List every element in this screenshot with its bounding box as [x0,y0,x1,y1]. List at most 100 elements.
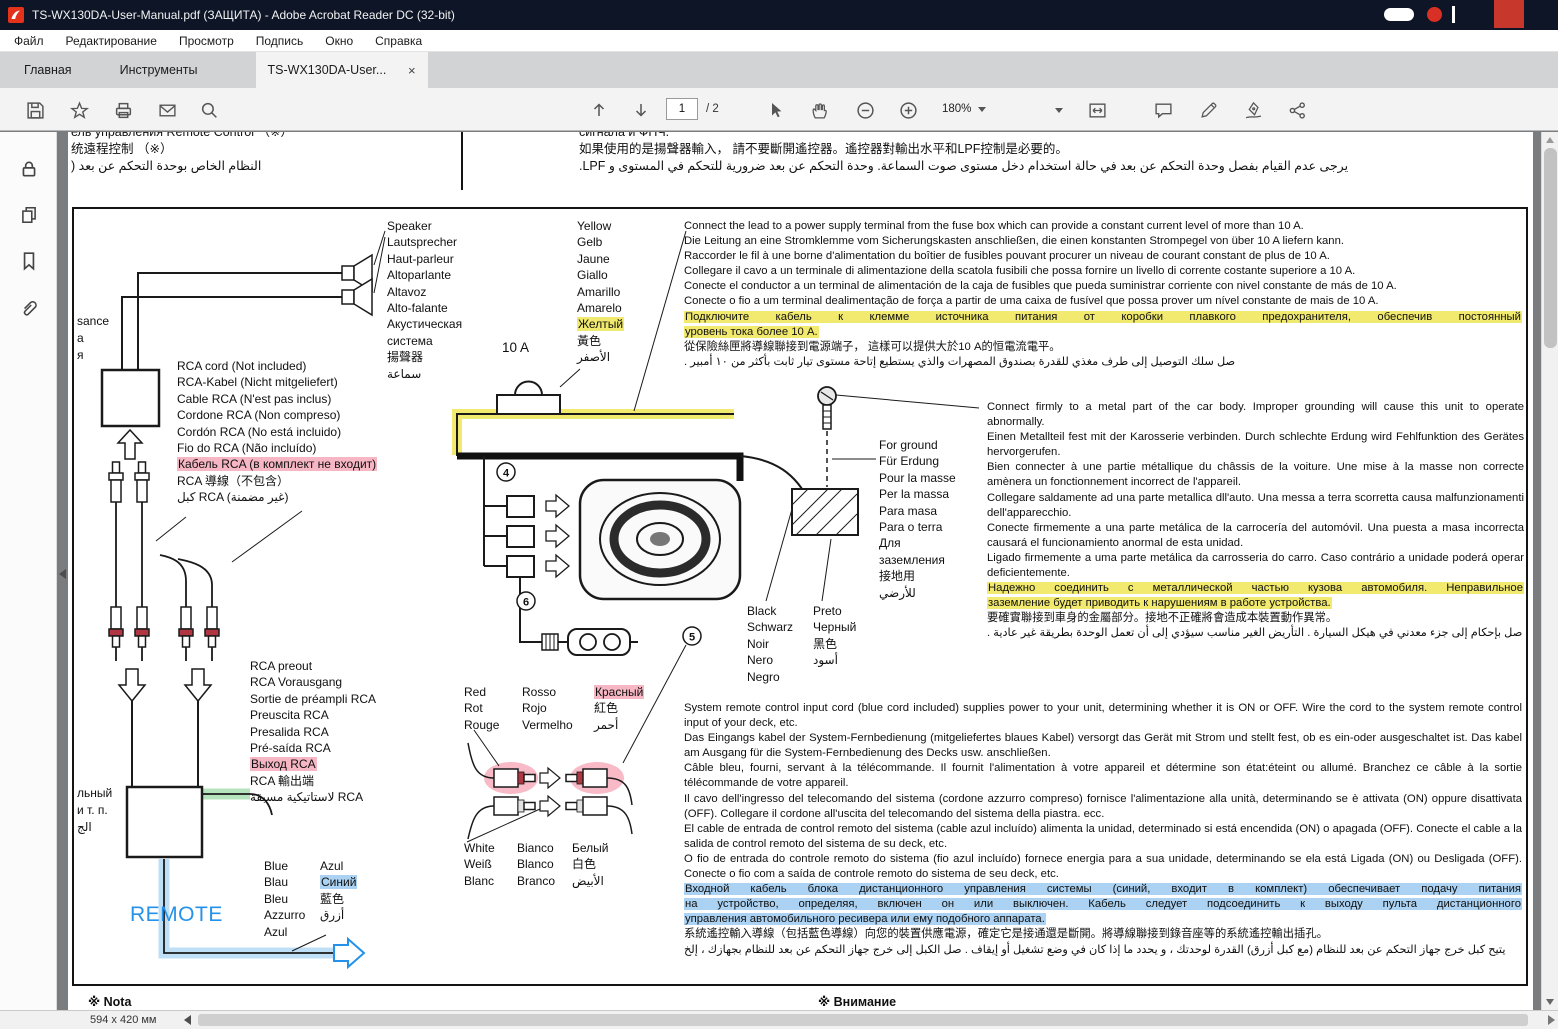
tab-close-icon[interactable]: × [408,63,416,78]
diagram-label: Amarelo [577,301,622,316]
diagram-label: Haut-parleur [387,251,454,266]
horizontal-scroll-thumb[interactable] [198,1014,1528,1026]
diagram-label: Bleu [264,891,289,906]
instruction-line: Das Eingangs kabel der System-Fernbedien… [684,732,1522,760]
marquee-zoom-button[interactable] [196,97,222,123]
protection-lock-icon[interactable] [16,156,42,182]
diagram-label: Pré-saída RCA [250,741,331,756]
scroll-right-icon[interactable] [1548,1015,1555,1025]
instruction-line: заземление будет приводить к нарушениям … [987,597,1332,610]
menu-item[interactable]: Просмотр [179,34,234,48]
top-right-text: сигнала и ФНЧ. 如果使用的是揚聲器輸入， 請不要斷開遙控器。遙控器對… [579,132,1479,175]
black-wire-labels-1: Black Schwarz Noir Nero Negro [747,603,793,685]
print-button[interactable] [110,97,136,123]
text-line: 如果使用的是揚聲器輸入， 請不要斷開遙控器。遙控器對輸出水平和LPF控制是必要的… [579,142,1068,156]
menu-item[interactable]: Файл [14,34,44,48]
yellow-label-leader [559,368,581,388]
instruction-line: صل سلك التوصيل إلى طرف مغذي للقدرة بصندو… [684,355,1236,368]
vertical-scrollbar[interactable] [1541,132,1558,1010]
clipped-text: льный [77,786,113,800]
vertical-scroll-thumb[interactable] [1544,148,1557,348]
diagram-label: Для [879,536,901,551]
menu-item[interactable]: Подпись [256,34,304,48]
diagram-label: Preuscita RCA [250,708,329,723]
chevron-down-icon [1055,107,1063,113]
diagram-label: Bianco [517,841,554,855]
diagram-label: 紅色 [594,701,619,716]
comment-tool-button[interactable] [1150,97,1176,123]
instruction-line: Подключите кабель к клемме источника пит… [684,310,1522,323]
tab-document[interactable]: TS-WX130DA-User... × [255,52,428,88]
diagram-label: RCA cord (Not included) [177,359,307,373]
instruction-line: Входной кабель блока дистанционного упра… [684,883,1522,896]
remote-arrow-icon [333,936,366,970]
diagram-label: Presalida RCA [250,724,329,739]
page-number-input[interactable] [666,98,698,120]
menu-item[interactable]: Справка [375,34,422,48]
save-button[interactable] [22,97,48,123]
diagram-label: Jaune [577,251,610,266]
instruction-line: Надежно соединить с металлической частью… [987,582,1524,595]
main-toolbar: / 2 180% [0,88,1558,131]
tab-home[interactable]: Главная [0,52,96,88]
diagram-label: Para o terra [879,520,943,535]
close-button[interactable] [1494,0,1524,28]
bookmarks-panel-icon[interactable] [16,248,42,274]
diagram-label: Sortie de préampli RCA [250,691,377,706]
email-button[interactable] [154,97,180,123]
diagram-label: الأصفر [577,350,611,365]
diagram-label: كبل RCA (غير مضمنة) [177,490,289,505]
pages-panel-icon[interactable] [16,202,42,228]
menu-item[interactable]: Редактирование [66,34,157,48]
diagram-label: система [387,333,433,348]
zoom-out-button[interactable] [852,97,878,123]
scroll-up-icon[interactable] [1546,137,1554,143]
titlebar-pill-icon [1384,8,1414,21]
panel-collapse-handle[interactable] [57,562,68,586]
instruction-line: 系統遙控輸入導線（包括藍色導線）向您的裝置供應電源，確定它是接通還是斷開。將導線… [684,928,1328,941]
select-tool-button[interactable] [762,97,788,123]
instruction-line: на устройство, определяя, включен он или… [684,898,1522,911]
horizontal-scrollbar[interactable] [180,1011,1558,1029]
instruction-line: El cable de entrada de control remoto de… [684,822,1522,850]
attachments-panel-icon[interactable] [16,295,42,321]
page-size-label: 594 x 420 мм [90,1014,157,1026]
ground-plate [791,488,859,536]
pdf-page: ель управления Remote Control （※） 统遠程控制 （… [68,132,1533,1010]
toolbar-more-dropdown[interactable] [1046,97,1072,123]
pencil-tool-button[interactable] [1195,97,1221,123]
next-page-button[interactable] [628,97,654,123]
fit-width-button[interactable] [1084,97,1110,123]
acrobat-window: TS-WX130DA-User-Manual.pdf (ЗАЩИТА) - Ad… [0,0,1558,1029]
diagram-label: سماعة [387,366,422,381]
diagram-label: Синий [320,875,358,890]
instruction-line: Raccorder le fil à une borne d'alimentat… [684,250,1330,263]
diagram-label: Altavoz [387,284,427,299]
diagram-label: Alto-falante [387,301,448,316]
tab-bar: Главная Инструменты TS-WX130DA-User... × [0,52,1558,88]
fill-sign-tool-button[interactable] [1240,97,1266,123]
diagram-label: 揚聲器 [387,350,424,365]
diagram-label: White [464,841,495,855]
ground-text-leader [835,394,980,409]
note-right: ※ Внимание [818,995,897,1009]
star-button[interactable] [66,97,92,123]
zoom-level-select[interactable]: 180% [938,98,1000,120]
scroll-left-icon[interactable] [184,1015,191,1025]
hand-tool-button[interactable] [806,97,832,123]
titlebar-red-dot-icon [1427,7,1442,22]
remote-control-instructions: System remote control input cord (blue c… [684,701,1522,958]
zoom-in-button[interactable] [895,97,921,123]
tab-tools[interactable]: Инструменты [96,52,222,88]
diagram-label: Lautsprecher [387,235,458,250]
scroll-down-icon[interactable] [1546,999,1554,1005]
red-wire-labels-2: Rosso Rojo Vermelho [522,684,573,733]
speaker-icons [121,230,386,370]
diagram-label: 黑色 [813,636,838,651]
share-tool-button[interactable] [1284,97,1310,123]
previous-page-button[interactable] [586,97,612,123]
menu-item[interactable]: Окно [325,34,353,48]
diagram-label: Nero [747,653,774,668]
instruction-line: Câble bleu, fourni, servant à la télécom… [684,762,1522,790]
diagram-label: заземления [879,552,945,567]
